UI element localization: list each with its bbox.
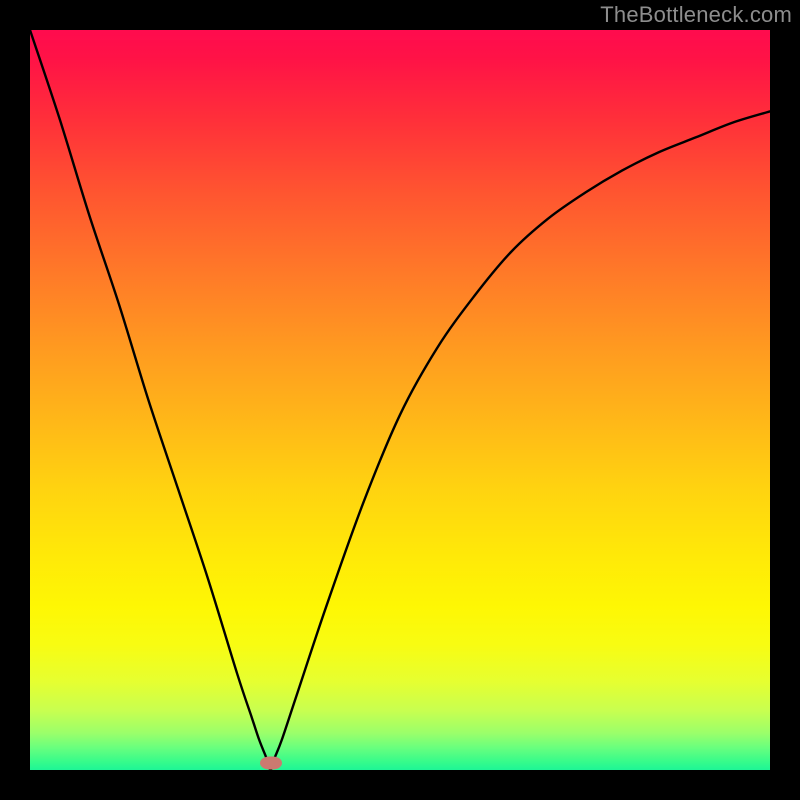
bottleneck-curve xyxy=(30,30,770,770)
watermark-text: TheBottleneck.com xyxy=(600,2,792,28)
optimal-point-marker xyxy=(260,756,282,769)
chart-area xyxy=(30,30,770,770)
